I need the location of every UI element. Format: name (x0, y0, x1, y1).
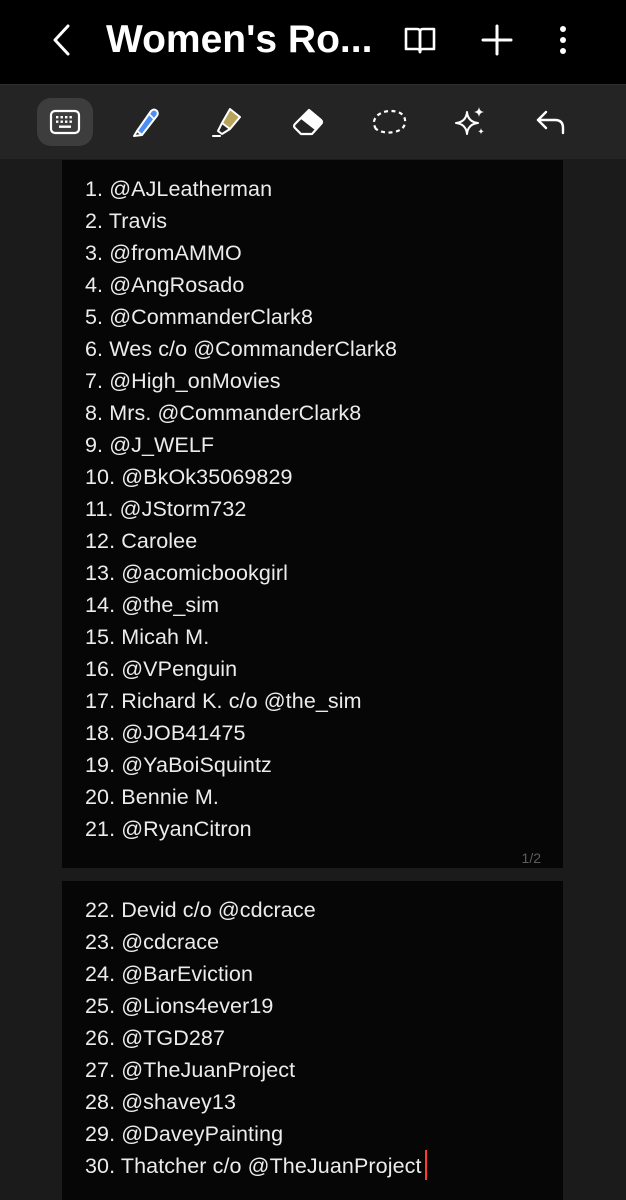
notes-app: Women's Ro... 1. @AJLeatherman 2. Travis… (0, 0, 626, 1200)
text-cursor (424, 1150, 427, 1180)
list-item: 10. @BkOk35069829 (85, 465, 293, 489)
undo-button[interactable] (523, 98, 579, 146)
undo-icon (536, 110, 565, 135)
list-item: 15. Micah M. (85, 625, 210, 649)
keyboard-icon (49, 109, 81, 135)
list-item: 5. @CommanderClark8 (85, 305, 314, 329)
more-options-button[interactable] (541, 18, 585, 62)
list-item: 1. @AJLeatherman (85, 177, 273, 201)
pen-tool-button[interactable] (118, 98, 174, 146)
ai-assist-button[interactable] (442, 98, 498, 146)
back-button[interactable] (40, 18, 84, 62)
more-vert-icon (560, 26, 566, 54)
title-bar: Women's Ro... (0, 0, 626, 84)
back-chevron-icon (53, 24, 70, 56)
list-item: 23. @cdcrace (85, 930, 220, 954)
list-item: 18. @JOB41475 (85, 721, 246, 745)
list-item: 25. @Lions4ever19 (85, 994, 274, 1018)
note-text-area[interactable]: 22. Devid c/o @cdcrace 23. @cdcrace 24. … (85, 894, 553, 1182)
note-title[interactable]: Women's Ro... (106, 14, 386, 66)
note-page-2[interactable]: 22. Devid c/o @cdcrace 23. @cdcrace 24. … (62, 881, 563, 1200)
note-page-1[interactable]: 1. @AJLeatherman 2. Travis 3. @fromAMMO … (62, 160, 563, 868)
lasso-select-button[interactable] (361, 98, 417, 146)
book-view-icon (404, 27, 436, 54)
book-view-button[interactable] (398, 18, 442, 62)
list-item: 9. @J_WELF (85, 433, 215, 457)
eraser-tool-button[interactable] (280, 98, 336, 146)
list-item: 28. @shavey13 (85, 1090, 237, 1114)
list-item: 11. @JStorm732 (85, 497, 247, 521)
eraser-icon (292, 108, 324, 136)
note-text-area[interactable]: 1. @AJLeatherman 2. Travis 3. @fromAMMO … (85, 173, 553, 845)
list-item: 24. @BarEviction (85, 962, 254, 986)
highlighter-icon (212, 108, 241, 137)
pen-icon (133, 108, 159, 137)
list-item: 4. @AngRosado (85, 273, 245, 297)
highlighter-tool-button[interactable] (199, 98, 255, 146)
list-item: 16. @VPenguin (85, 657, 238, 681)
plus-icon (481, 24, 513, 56)
sparkle-ai-icon (455, 107, 484, 135)
list-item: 13. @acomicbookgirl (85, 561, 288, 585)
keyboard-mode-button[interactable] (37, 98, 93, 146)
list-item: 26. @TGD287 (85, 1026, 226, 1050)
add-page-button[interactable] (475, 18, 519, 62)
list-item: 17. Richard K. c/o @the_sim (85, 689, 362, 713)
list-item: 8. Mrs. @CommanderClark8 (85, 401, 362, 425)
list-item: 6. Wes c/o @CommanderClark8 (85, 337, 398, 361)
list-item-last: 30. Thatcher c/o @TheJuanProject (85, 1150, 553, 1182)
list-item: 14. @the_sim (85, 593, 220, 617)
list-item: 12. Carolee (85, 529, 198, 553)
list-item: 27. @TheJuanProject (85, 1058, 296, 1082)
list-item: 22. Devid c/o @cdcrace (85, 898, 316, 922)
list-item: 29. @DaveyPainting (85, 1122, 284, 1146)
list-item: 21. @RyanCitron (85, 817, 252, 841)
drawing-toolbar (0, 84, 626, 159)
list-item: 3. @fromAMMO (85, 241, 242, 265)
page-number: 1/2 (521, 850, 541, 866)
list-item: 2. Travis (85, 209, 168, 233)
list-item-text: 30. Thatcher c/o @TheJuanProject (85, 1154, 422, 1178)
list-item: 7. @High_onMovies (85, 369, 281, 393)
list-item: 19. @YaBoiSquintz (85, 753, 272, 777)
list-item: 20. Bennie M. (85, 785, 219, 809)
lasso-select-icon (372, 109, 407, 134)
